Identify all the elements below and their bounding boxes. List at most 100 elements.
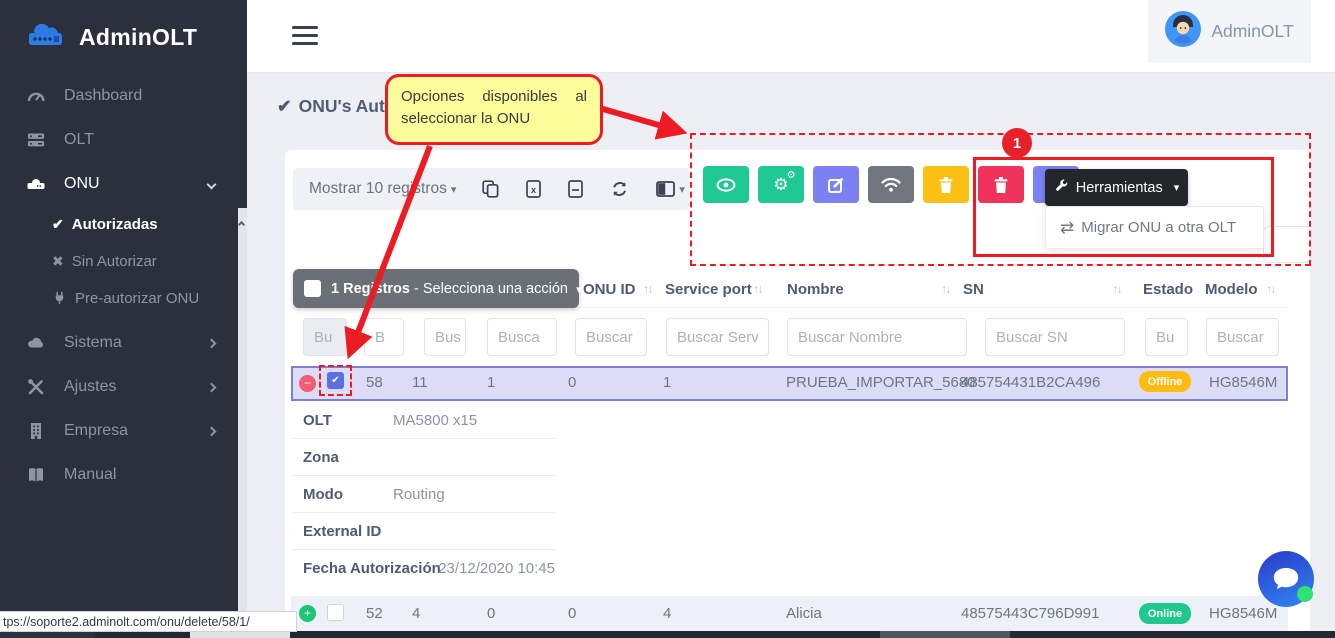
columns-visibility-icon[interactable]: ▾ [656, 181, 685, 197]
filter-input-checkbox-col[interactable] [364, 318, 404, 356]
col-header-service-port[interactable]: Service port [665, 281, 752, 298]
cloud-icon [24, 333, 48, 353]
horizontal-scrollbar-thumb[interactable] [880, 631, 1010, 638]
col-header-modelo[interactable]: Modelo [1205, 281, 1258, 298]
caret-down-icon: ▾ [679, 183, 685, 196]
topbar: AdminOLT [247, 0, 1335, 73]
gauge-icon [24, 86, 48, 106]
sidebar-item-olt[interactable]: OLT [0, 118, 247, 162]
sidebar-item-dashboard[interactable]: Dashboard [0, 74, 247, 118]
cell-sn: 485754431B2CA496 [961, 374, 1100, 391]
annotation-tooltip: Opciones disponibles al seleccionar la O… [385, 74, 603, 145]
avatar [1165, 11, 1201, 52]
migrar-onu-menu-item[interactable]: ⇄ Migrar ONU a otra OLT [1060, 218, 1236, 238]
copy-icon[interactable] [482, 180, 499, 198]
logo[interactable]: AdminOLT [0, 0, 247, 56]
hamburger-menu-icon[interactable] [292, 26, 318, 50]
select-all-checkbox[interactable] [304, 280, 321, 297]
chevron-down-icon [207, 179, 217, 189]
filter-input-nombre[interactable] [787, 318, 967, 356]
sidebar-item-ajustes[interactable]: Ajustes [0, 365, 247, 409]
view-button[interactable] [703, 166, 749, 203]
building-icon [24, 421, 48, 441]
chevron-right-icon [207, 338, 217, 348]
edit-button[interactable] [813, 166, 859, 203]
sidebar-subitem-sin-autorizar[interactable]: ✖ Sin Autorizar [0, 243, 247, 280]
wifi-button[interactable] [868, 166, 914, 203]
sidebar-item-label: Sistema [64, 334, 122, 352]
refresh-icon[interactable] [610, 180, 629, 198]
horizontal-scrollbar[interactable] [1010, 631, 1335, 638]
check-icon: ✔ [52, 216, 64, 233]
herramientas-menu: ⇄ Migrar ONU a otra OLT [1045, 206, 1264, 249]
cell-sn: 48575443C796D991 [961, 605, 1099, 622]
swap-arrows-icon: ⇄ [1060, 218, 1074, 238]
wrench-icon [1054, 178, 1069, 197]
sidebar-scrollbar[interactable] [238, 208, 247, 638]
annotation-step-badge: 1 [1002, 128, 1032, 158]
filter-input-estado[interactable] [1145, 318, 1188, 356]
x-icon: ✖ [52, 253, 64, 270]
cell-onu-id: 0 [568, 605, 576, 622]
sidebar-item-label: Ajustes [64, 378, 116, 396]
expand-row-icon[interactable]: + [299, 605, 316, 622]
filter-input-sn[interactable] [985, 318, 1125, 356]
herramientas-button[interactable]: Herramientas ▾ [1045, 169, 1188, 206]
filter-input-onu-id[interactable] [575, 318, 647, 356]
sort-icon[interactable]: ↑↓ [1266, 282, 1275, 296]
sort-icon[interactable]: ↑↓ [1112, 282, 1121, 296]
caret-down-icon: ▾ [576, 284, 582, 296]
horizontal-scrollbar[interactable] [95, 631, 190, 638]
status-badge-offline: Offline [1139, 371, 1191, 392]
sidebar-subitem-pre-autorizar[interactable]: Pre-autorizar ONU [0, 280, 247, 317]
sidebar-item-label: ONU [64, 175, 100, 193]
background-input-partial [1263, 226, 1311, 263]
filter-input-service-port[interactable] [666, 318, 769, 356]
horizontal-scrollbar-track[interactable] [190, 631, 290, 638]
soft-delete-button[interactable] [923, 166, 969, 203]
user-menu[interactable]: AdminOLT [1148, 0, 1311, 63]
detail-row: OLTMA5800 x15 [293, 402, 555, 439]
row-checkbox[interactable] [327, 604, 344, 621]
filter-input-slot[interactable] [487, 318, 557, 356]
sidebar-subitem-autorizadas[interactable]: ✔ Autorizadas [0, 206, 247, 243]
caret-down-icon: ▾ [1174, 181, 1180, 194]
col-header-estado[interactable]: Estado [1143, 281, 1193, 298]
check-icon: ✔ [277, 96, 292, 117]
sort-icon[interactable]: ↑↓ [941, 282, 950, 296]
selection-action-bar[interactable]: 1 Registros - Selecciona una acción ▾ [293, 269, 579, 308]
filter-input-id[interactable] [424, 318, 466, 356]
filter-input-modelo[interactable] [1206, 318, 1279, 356]
cell-slot: 11 [412, 374, 428, 391]
col-header-sn[interactable]: SN [963, 281, 984, 298]
config-button[interactable]: ⚙⚙ [758, 166, 804, 203]
file-export-icon[interactable] [568, 180, 583, 198]
cell-modelo: HG8546M [1209, 374, 1277, 391]
sort-icon[interactable]: ↑↓ [753, 282, 762, 296]
row-checkbox-checked[interactable]: ✔ [327, 372, 344, 389]
sidebar-subitem-label: Autorizadas [72, 216, 158, 233]
detail-row: ModoRouting [293, 476, 555, 513]
col-header-nombre[interactable]: Nombre [787, 281, 844, 298]
sidebar-subitem-label: Pre-autorizar ONU [75, 290, 199, 307]
excel-export-icon[interactable]: x [526, 180, 541, 198]
show-records-dropdown[interactable]: Mostrar 10 registros▾ [309, 180, 456, 198]
sidebar-item-empresa[interactable]: Empresa [0, 409, 247, 453]
sidebar-item-onu[interactable]: ONU [0, 162, 247, 206]
status-badge-online: Online [1139, 603, 1191, 624]
adminolt-app: AdminOLT Dashboard OLT ONU [0, 0, 1335, 638]
col-header-onu-id[interactable]: ONU ID [583, 281, 636, 298]
sidebar-item-sistema[interactable]: Sistema [0, 321, 247, 365]
horizontal-scrollbar[interactable] [290, 631, 880, 638]
user-name: AdminOLT [1211, 21, 1293, 42]
sort-icon[interactable]: ↑↓ [643, 282, 652, 296]
page-title: ✔ ONU's Aut [277, 96, 385, 117]
sidebar-item-label: OLT [64, 131, 94, 149]
sidebar-item-manual[interactable]: Manual [0, 453, 247, 497]
caret-down-icon: ▾ [451, 184, 457, 196]
delete-button[interactable] [978, 166, 1024, 203]
modem-icon [24, 174, 48, 194]
collapse-row-icon[interactable]: − [299, 375, 316, 392]
scroll-up-arrow[interactable] [238, 221, 245, 228]
cell-slot: 4 [412, 605, 420, 622]
